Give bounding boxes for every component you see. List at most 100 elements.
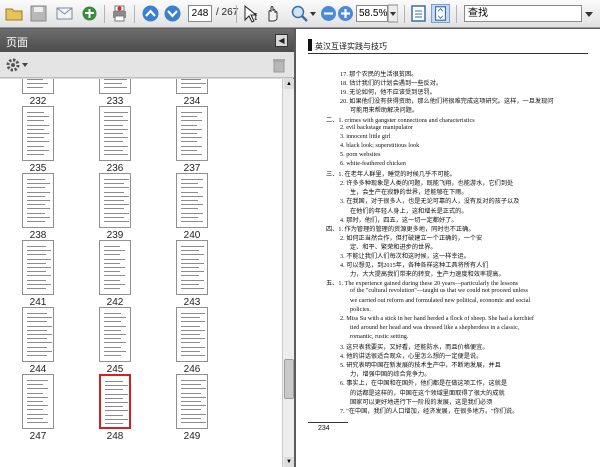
page-thumbnail-label: 248 <box>106 431 124 442</box>
page-total-label: / 267 <box>216 7 239 18</box>
page-thumbnail[interactable] <box>176 173 208 228</box>
thumbnail-list: 232 233 234 235 236 237 238 239 240 241 242 243 244 2… <box>0 79 282 467</box>
text-line: 在他们的年轻人身上，这和增长是正式的。 <box>350 207 468 215</box>
text-line: 4. 那时，他们，四五，这一切一定都好了。 <box>340 216 458 224</box>
text-line: 四、1. 作为管理的管理的资源更多地，同时也不正确。 <box>326 225 475 233</box>
text-line: we carried out reform and formulated new… <box>350 296 531 304</box>
page-thumbnail[interactable] <box>22 307 54 362</box>
text-line: 力，增强中国的综合竞争力。 <box>350 371 431 379</box>
find-dropdown-icon[interactable] <box>584 4 594 23</box>
next-page-icon[interactable] <box>163 4 182 23</box>
scrolling-mode-icon[interactable] <box>409 4 428 23</box>
page-thumbnail[interactable] <box>99 173 131 228</box>
panel-title: 页面 <box>6 37 28 49</box>
page-thumbnail[interactable] <box>176 307 208 362</box>
delete-trash-icon[interactable] <box>272 57 286 73</box>
text-line: 生，会生产在寂静的世界，还能够在下雨。 <box>350 189 468 197</box>
select-tool-icon[interactable]: I <box>241 4 260 23</box>
toolbar: 248 / 267 I 58.5% 查找 <box>0 0 600 28</box>
text-line: 6. 事实上，在中国和在国外，他们都是在做这项工作，这就是 <box>340 380 508 388</box>
text-line: 3. 在我国，对于很多人，也是无论可靠的人，没有反对的孩子以及 <box>340 198 520 206</box>
header-rule <box>308 53 588 54</box>
text-line: tied around her head and was dressed lik… <box>350 323 520 331</box>
options-gear-icon[interactable] <box>5 57 21 73</box>
hand-tool-icon[interactable] <box>264 4 283 23</box>
pages-panel: 页面 ◀ 232 233 234 235 236 237 238 239 240 241 242 24… <box>0 29 294 467</box>
text-line: 的话都是这样的，中国在这个领域里面取得了很大的成就 <box>350 389 505 397</box>
text-line: 2. Miss Su with a stick in her hand herd… <box>340 314 534 322</box>
zoom-tool-dropdown-icon[interactable] <box>309 4 317 23</box>
text-line: of the "cultural revolution"—taught us t… <box>350 287 528 295</box>
zoom-in-icon[interactable] <box>336 4 355 23</box>
save-icon[interactable] <box>29 4 48 23</box>
scroll-down-arrow[interactable]: ▼ <box>284 457 294 467</box>
collapse-panel-button[interactable]: ◀ <box>275 34 288 47</box>
text-line: 3. 这只表我要买，又好看，还能防水，而且价格便宜。 <box>340 344 489 351</box>
scroll-thumb[interactable] <box>284 359 294 399</box>
page-thumbnail[interactable] <box>22 173 54 228</box>
page-thumbnail[interactable] <box>22 240 54 295</box>
text-line: 19. 无论如何，他不应该受到惩罚。 <box>340 89 436 97</box>
page-thumbnail[interactable] <box>99 106 131 161</box>
text-line: 4. 他的讲话很适合观众，心里怎么想的一定便是说。 <box>340 353 483 361</box>
text-line: 国家可以更好地进行下一阶段的发展，这是我们必须 <box>350 398 493 406</box>
text-line: policies. <box>350 305 371 313</box>
page-thumbnail[interactable] <box>176 79 208 94</box>
text-line: 5. 研究表明中国在新发展的技术生产中，不断地发展，并且 <box>340 362 501 370</box>
panel-scrollbar[interactable]: ▲ ▼ <box>282 79 294 467</box>
find-input[interactable]: 查找 <box>464 5 582 22</box>
document-viewer[interactable]: 英汉互译实践与技巧 17. 那个农民的生活很贫困。 18. 估计我们的计划会遇到一… <box>296 29 600 467</box>
previous-page-icon[interactable] <box>141 4 160 23</box>
svg-text:I: I <box>254 13 258 23</box>
email-icon[interactable] <box>55 4 74 23</box>
text-line: romantic, rustic setting. <box>350 332 409 340</box>
page-number-input[interactable]: 248 <box>188 5 212 22</box>
page-thumbnail[interactable] <box>176 106 208 161</box>
text-line: 5. porn websites <box>340 150 381 158</box>
text-line: 可能用来帮助解决问题。 <box>350 107 419 115</box>
zoom-tool-icon[interactable] <box>290 4 309 23</box>
text-line: 3. 不能让我们人们每次和这时候，这一样幸运。 <box>340 253 470 260</box>
panel-header: 页面 ◀ <box>0 29 294 52</box>
running-header: 英汉互译实践与技巧 <box>315 42 387 51</box>
footer-rule <box>308 422 348 423</box>
page-thumbnail-label: 247 <box>29 431 47 442</box>
page-thumbnail[interactable] <box>22 374 54 429</box>
page-thumbnail-label: 249 <box>183 431 201 442</box>
page-thumbnail[interactable] <box>99 79 131 94</box>
text-line: 18. 估计我们的计划会遇到一些反对。 <box>340 80 443 88</box>
page-thumbnail[interactable] <box>22 106 54 161</box>
text-line: 3. innocent little girl <box>340 132 391 140</box>
page-thumbnail[interactable] <box>176 374 208 429</box>
zoom-level-input[interactable]: 58.5% <box>356 5 388 22</box>
zoom-dropdown-icon[interactable] <box>388 4 398 23</box>
fit-page-icon[interactable] <box>431 4 450 23</box>
text-line: 20. 如果他们没有获得资助，那么他们将很难完成这项研究。这样，一旦发现问 <box>340 98 554 106</box>
text-line: 17. 那个农民的生活很贫困。 <box>340 71 418 78</box>
text-line: 五、1. The experience gained during these … <box>326 280 519 288</box>
text-line: 定、和平、繁荣和进步的世界。 <box>350 243 437 251</box>
page-thumbnail[interactable] <box>176 240 208 295</box>
page-thumbnail[interactable] <box>99 240 131 295</box>
text-line: 7. "在中国，我们的人口增加，经济发展，在很多地方。"你们说。 <box>340 407 519 415</box>
page-thumbnail[interactable] <box>99 307 131 362</box>
text-line: 2. 许多多种现象是人类的问题，既能飞翔，也能游水，它们到处 <box>340 180 514 188</box>
text-line: 力，大大提高我们带来的转变，生产力速度和效率提高。 <box>350 271 505 279</box>
text-line: 6. white-feathered chicken <box>340 160 406 167</box>
panel-toolbar <box>0 52 294 78</box>
collaborate-icon[interactable] <box>80 4 99 23</box>
open-folder-icon[interactable] <box>5 4 24 23</box>
print-icon[interactable] <box>110 4 129 23</box>
options-dropdown-icon[interactable] <box>22 62 28 68</box>
header-bar-mark <box>308 39 312 51</box>
page-number: 234 <box>318 425 330 432</box>
text-line: 4. 可以想见，到2015年，各种各样这种工具将所有人们 <box>340 262 489 270</box>
page-thumbnail[interactable] <box>99 374 131 429</box>
scroll-up-arrow[interactable]: ▲ <box>284 79 294 89</box>
text-line: 三、1. 在老年人群里，睡觉的时候几乎不可能。 <box>326 171 456 179</box>
page-thumbnail[interactable] <box>22 79 54 94</box>
text-line: 2. evil backstage manipulator <box>340 123 413 131</box>
text-line: 二、1. crimes with gangster connections an… <box>326 116 475 124</box>
text-line: 4. black look; superstitious look <box>340 141 420 149</box>
text-line: 2. 如何正当然合作，但打破建立一个正确的，一个安 <box>340 234 483 242</box>
